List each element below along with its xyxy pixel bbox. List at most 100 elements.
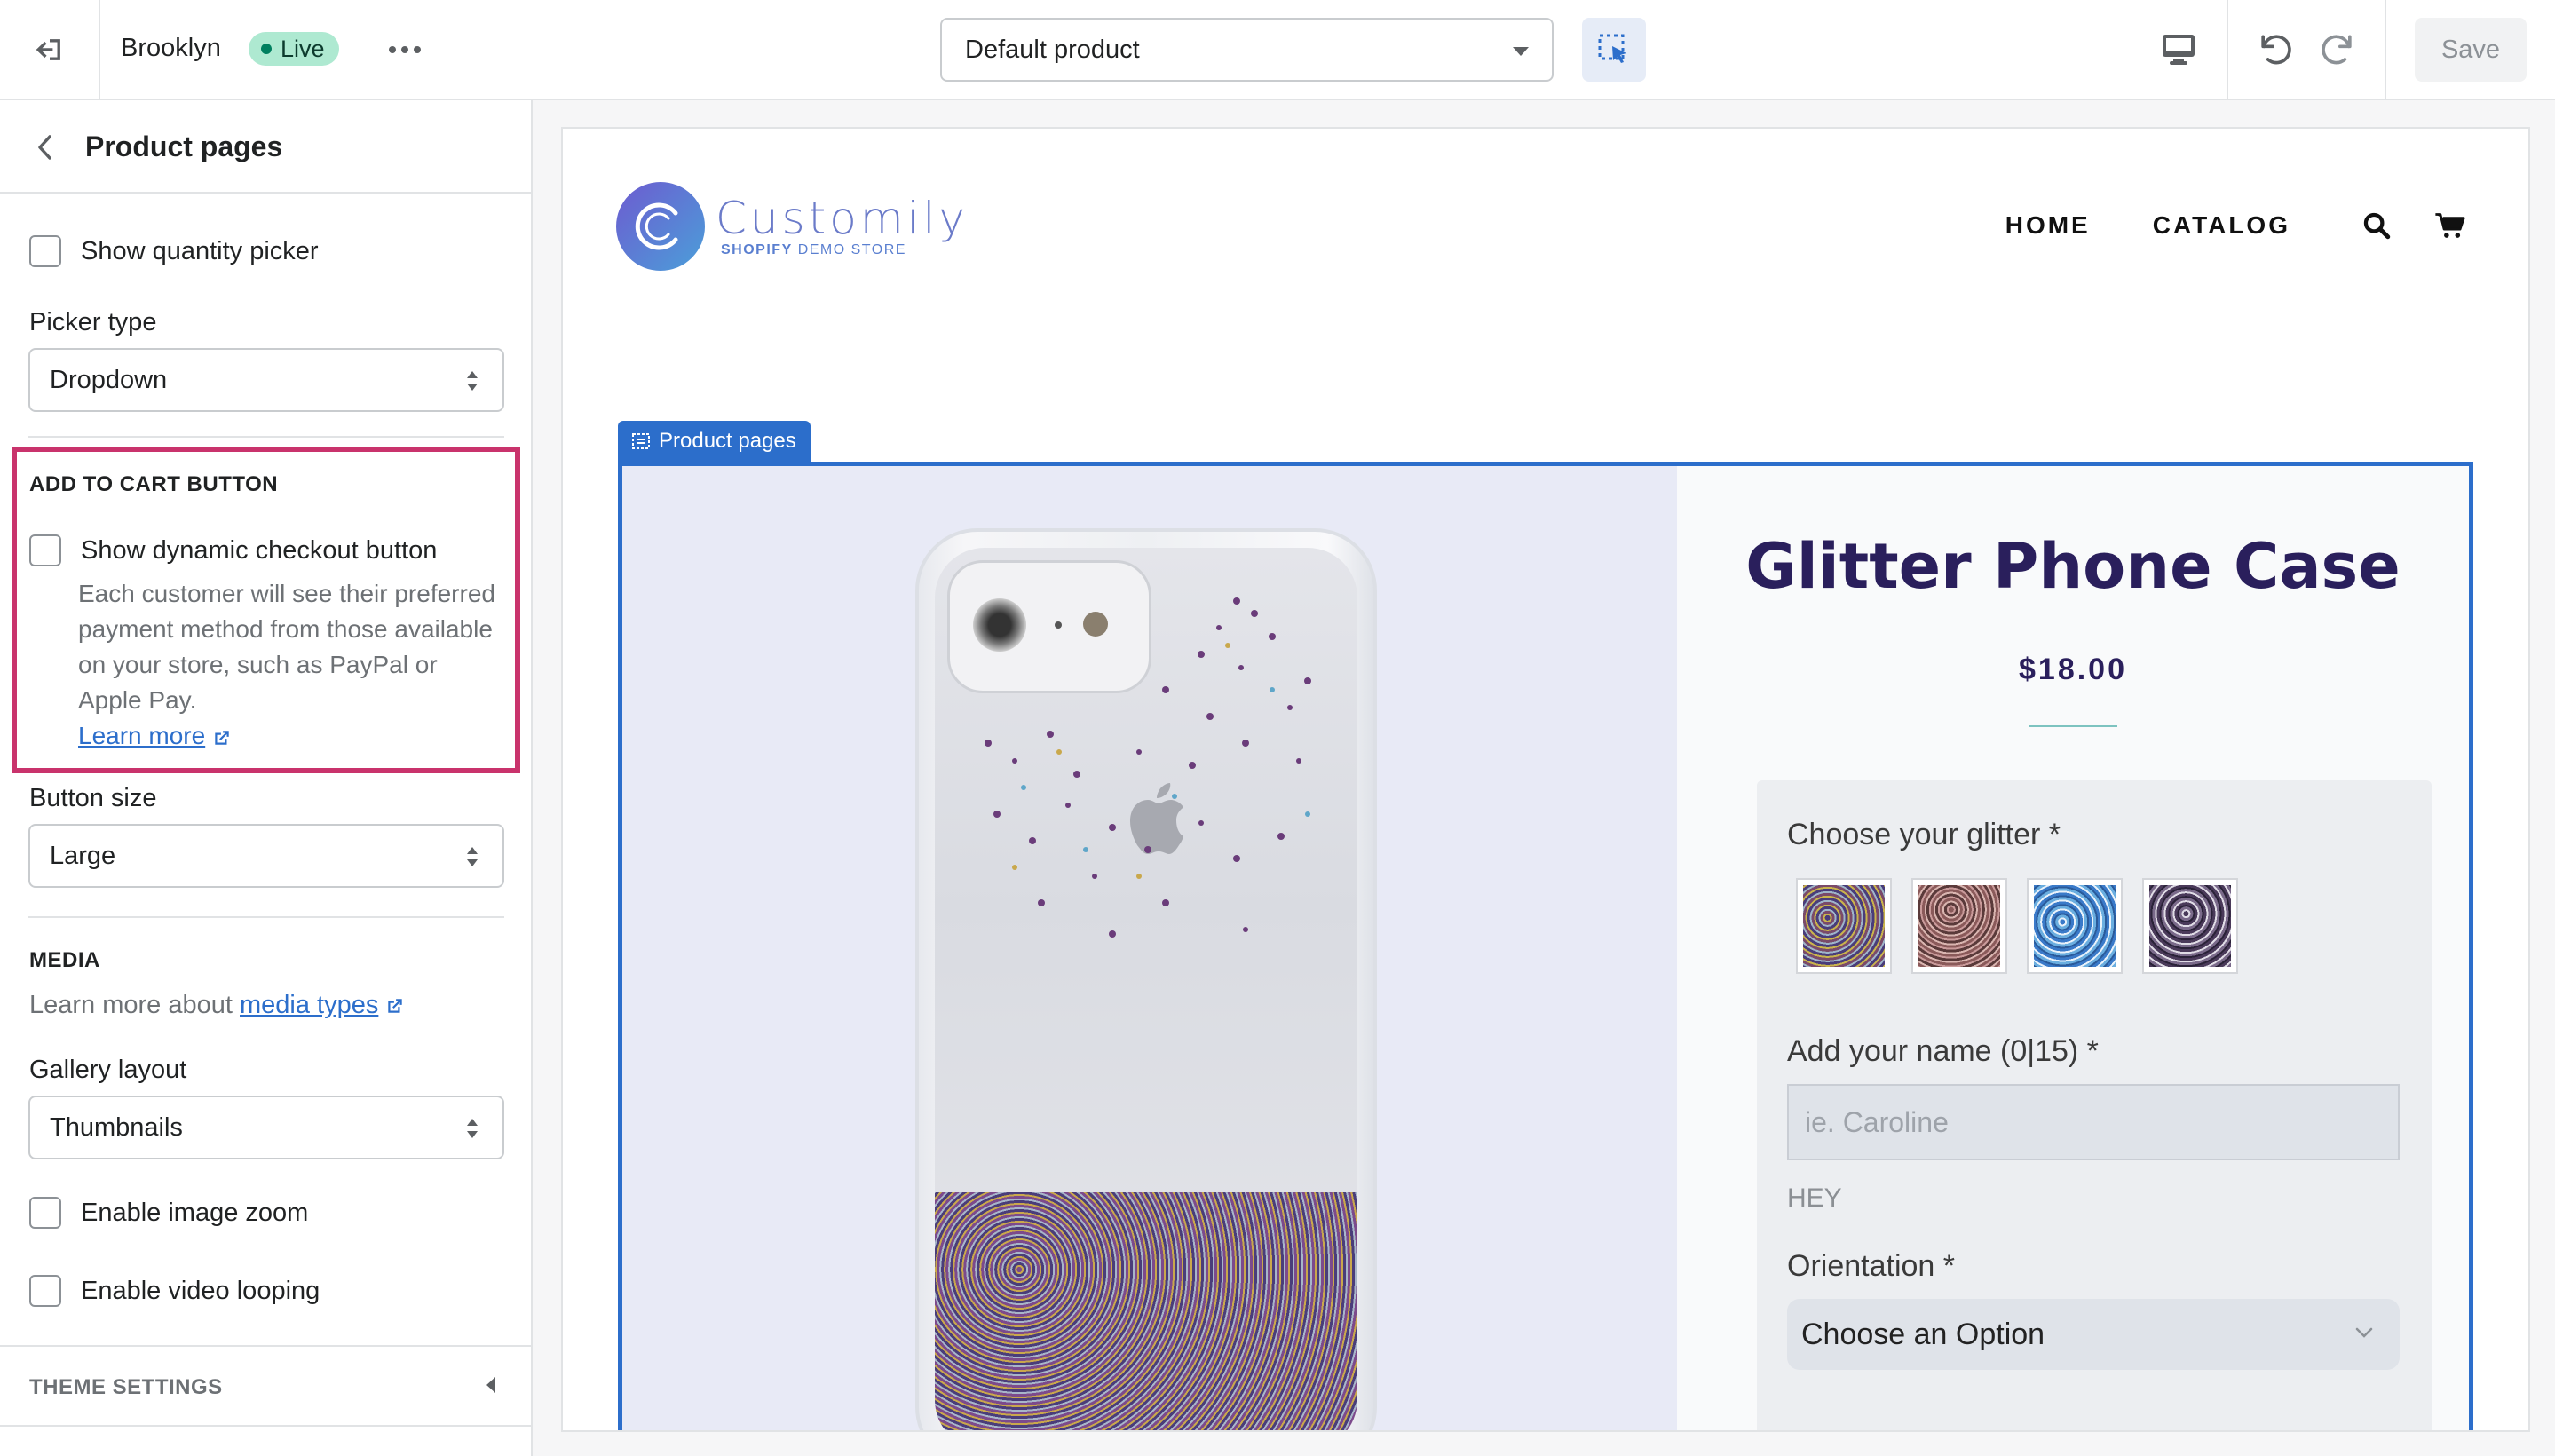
desktop-icon <box>2163 35 2195 65</box>
cart-icon[interactable] <box>2434 210 2466 241</box>
sidebar-header: Product pages <box>0 100 531 194</box>
select-arrows-icon <box>467 1119 479 1140</box>
show-quantity-picker-option[interactable]: Show quantity picker <box>29 235 319 267</box>
section-divider <box>28 436 504 438</box>
theme-name: Brooklyn <box>121 34 221 62</box>
store-preview: Customily SHOPIFY DEMO STORE HOME CATALO… <box>561 127 2530 1432</box>
live-badge-label: Live <box>281 35 325 62</box>
video-looping-checkbox[interactable] <box>29 1275 61 1307</box>
store-logo[interactable]: Customily SHOPIFY DEMO STORE <box>616 182 969 271</box>
chevron-down-icon <box>2355 1327 2373 1338</box>
glitter-fill <box>935 1192 1357 1430</box>
show-quantity-picker-label: Show quantity picker <box>81 236 319 265</box>
save-button[interactable]: Save <box>2415 18 2527 82</box>
status-dot-icon <box>261 44 272 54</box>
gallery-layout-label: Gallery layout <box>29 1056 187 1084</box>
glitter-swatch-4[interactable] <box>2142 878 2238 974</box>
media-learn-more: Learn more about media types <box>29 991 405 1020</box>
external-link-icon <box>215 730 229 745</box>
nav-home[interactable]: HOME <box>2005 211 2091 240</box>
glitter-swatch-3[interactable] <box>2027 878 2123 974</box>
media-types-link[interactable]: media types <box>240 991 378 1019</box>
caret-down-icon <box>1513 47 1529 56</box>
add-to-cart-heading: ADD TO CART BUTTON <box>29 472 279 496</box>
toolbar-divider <box>2385 0 2386 99</box>
picker-type-label: Picker type <box>29 308 157 336</box>
media-text: Learn more about <box>29 991 233 1019</box>
logo-c-icon <box>635 202 678 250</box>
template-select[interactable]: Default product <box>940 18 1554 82</box>
picker-type-select[interactable]: Dropdown <box>28 348 504 412</box>
gallery-layout-value: Thumbnails <box>50 1112 183 1142</box>
learn-more-link[interactable]: Learn more <box>78 722 205 749</box>
video-looping-option[interactable]: Enable video looping <box>29 1275 320 1307</box>
theme-settings-toggle[interactable]: THEME SETTINGS <box>0 1345 531 1427</box>
logo-tagline: SHOPIFY DEMO STORE <box>721 242 969 258</box>
name-preview: HEY <box>1787 1183 1842 1213</box>
external-link-icon <box>388 999 403 1014</box>
dynamic-checkout-label: Show dynamic checkout button <box>81 535 438 565</box>
settings-sidebar: Product pages Show quantity picker Picke… <box>0 100 533 1456</box>
glitter-swatch-1[interactable] <box>1796 878 1892 974</box>
back-button[interactable] <box>30 132 60 162</box>
image-zoom-checkbox[interactable] <box>29 1197 61 1229</box>
logo-wordmark: Customily SHOPIFY DEMO STORE <box>716 194 969 258</box>
inspector-button[interactable] <box>1582 18 1646 82</box>
template-select-value: Default product <box>965 35 1140 64</box>
glitter-swatches <box>1796 878 2238 974</box>
button-size-label: Button size <box>29 784 157 812</box>
media-heading: MEDIA <box>29 948 100 972</box>
top-bar: Brooklyn Live Default product Save <box>0 0 2555 100</box>
product-price: $18.00 <box>2019 653 2127 686</box>
button-size-select[interactable]: Large <box>28 824 504 888</box>
orientation-label: Orientation * <box>1787 1249 1955 1283</box>
picker-type-value: Dropdown <box>50 365 168 394</box>
orientation-select[interactable]: Choose an Option <box>1787 1299 2400 1370</box>
exit-button[interactable] <box>0 0 100 99</box>
logo-mark-icon <box>616 182 705 271</box>
product-section[interactable]: Glitter Phone Case $18.00 Choose your gl… <box>618 462 2473 1430</box>
toolbar-divider <box>2227 0 2228 99</box>
search-icon[interactable] <box>2361 210 2392 241</box>
undo-button[interactable] <box>2248 21 2301 78</box>
page-title: Product pages <box>85 131 283 162</box>
select-cursor-icon <box>1598 34 1626 63</box>
orientation-value: Choose an Option <box>1801 1317 2045 1351</box>
section-tag[interactable]: Product pages <box>618 421 811 462</box>
dynamic-checkout-option[interactable]: Show dynamic checkout button <box>29 534 437 566</box>
chevron-left-icon <box>38 135 51 160</box>
product-image[interactable] <box>915 528 1377 1430</box>
title-underline <box>2029 725 2117 727</box>
phone-case-body <box>935 548 1357 1430</box>
desktop-preview-button[interactable] <box>2148 21 2209 78</box>
redo-icon <box>2322 35 2352 65</box>
redo-button[interactable] <box>2312 21 2365 78</box>
store-nav: HOME CATALOG <box>2005 210 2466 241</box>
dynamic-checkout-checkbox[interactable] <box>29 534 61 566</box>
logo-sub-rest: DEMO STORE <box>797 242 906 257</box>
theme-settings-label: THEME SETTINGS <box>29 1375 223 1399</box>
glitter-swatch-2[interactable] <box>1911 878 2007 974</box>
select-arrows-icon <box>467 371 479 392</box>
product-info: Glitter Phone Case $18.00 Choose your gl… <box>1677 466 2469 1430</box>
more-actions-button[interactable] <box>382 32 428 67</box>
product-image-area <box>622 466 1677 1430</box>
undo-icon <box>2261 35 2291 65</box>
caret-left-icon <box>486 1377 495 1393</box>
personalization-box: Choose your glitter * Add your name (0|1… <box>1757 780 2432 1430</box>
dynamic-checkout-help: Each customer will see their preferred p… <box>78 576 495 754</box>
gallery-layout-select[interactable]: Thumbnails <box>28 1096 504 1159</box>
button-size-value: Large <box>50 841 116 870</box>
image-zoom-option[interactable]: Enable image zoom <box>29 1197 308 1229</box>
glitter-label: Choose your glitter * <box>1787 818 2061 851</box>
exit-icon <box>36 38 60 60</box>
video-looping-label: Enable video looping <box>81 1276 320 1305</box>
select-arrows-icon <box>467 847 479 868</box>
section-divider <box>28 916 504 918</box>
logo-name: Customily <box>716 193 969 244</box>
show-quantity-picker-checkbox[interactable] <box>29 235 61 267</box>
name-input[interactable]: ie. Caroline <box>1787 1084 2400 1160</box>
name-label: Add your name (0|15) * <box>1787 1034 2099 1068</box>
nav-catalog[interactable]: CATALOG <box>2153 211 2290 240</box>
glitter-particles <box>985 597 1311 938</box>
